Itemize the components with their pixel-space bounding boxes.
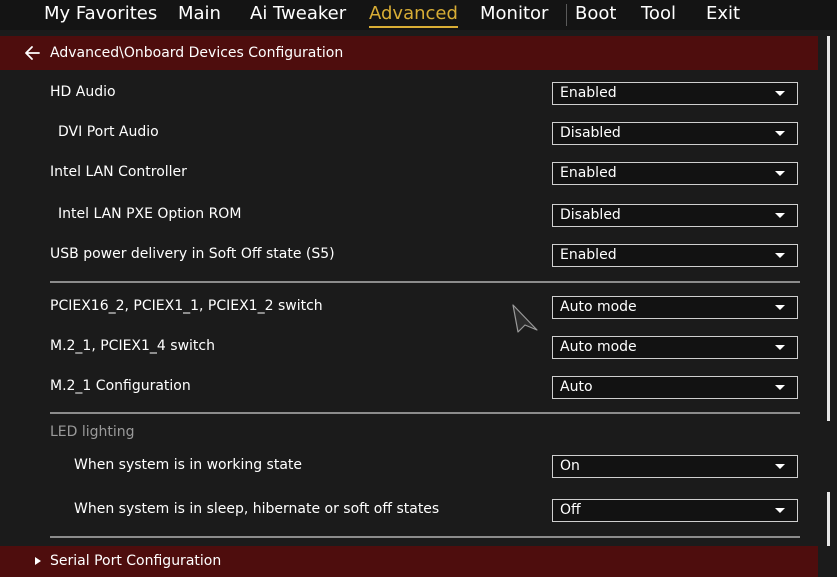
- m2-configuration-select[interactable]: Auto: [552, 376, 798, 399]
- select-value: Enabled: [560, 85, 617, 101]
- tab-monitor[interactable]: Monitor: [480, 2, 548, 28]
- setting-row-pciex16-switch: PCIEX16_2, PCIEX1_1, PCIEX1_2 switch Aut…: [0, 294, 818, 326]
- setting-label: When system is in working state: [74, 457, 303, 473]
- m2-pciex1-4-switch-select[interactable]: Auto mode: [552, 336, 798, 359]
- settings-panel: HD Audio Enabled DVI Port Audio Disabled…: [0, 70, 818, 546]
- setting-row-hd-audio: HD Audio Enabled: [0, 80, 818, 112]
- setting-row-intel-lan-pxe: Intel LAN PXE Option ROM Disabled: [0, 202, 818, 234]
- section-divider: [50, 281, 800, 283]
- setting-row-usb-power: USB power delivery in Soft Off state (S5…: [0, 242, 818, 274]
- setting-row-intel-lan-controller: Intel LAN Controller Enabled: [0, 160, 818, 192]
- setting-label: PCIEX16_2, PCIEX1_1, PCIEX1_2 switch: [50, 298, 323, 314]
- tab-exit[interactable]: Exit: [706, 2, 740, 28]
- select-value: On: [560, 458, 580, 474]
- setting-row-m2-pciex1-4-switch: M.2_1, PCIEX1_4 switch Auto mode: [0, 334, 818, 366]
- menu-separator: [566, 4, 567, 26]
- caret-down-icon: [775, 131, 785, 136]
- select-value: Enabled: [560, 165, 617, 181]
- caret-down-icon: [775, 171, 785, 176]
- setting-label: Intel LAN Controller: [50, 164, 187, 180]
- tab-boot[interactable]: Boot: [575, 2, 616, 28]
- led-lighting-heading: LED lighting: [50, 424, 135, 440]
- select-value: Auto mode: [560, 299, 637, 315]
- breadcrumb-path: Advanced\Onboard Devices Configuration: [50, 45, 344, 61]
- usb-power-select[interactable]: Enabled: [552, 244, 798, 267]
- setting-label: M.2_1 Configuration: [50, 378, 191, 394]
- caret-down-icon: [775, 345, 785, 350]
- scrollbar-thumb[interactable]: [827, 36, 830, 421]
- setting-row-led-sleep: When system is in sleep, hibernate or so…: [0, 497, 818, 529]
- hd-audio-select[interactable]: Enabled: [552, 82, 798, 105]
- tab-advanced[interactable]: Advanced: [369, 2, 458, 28]
- caret-down-icon: [775, 305, 785, 310]
- intel-lan-controller-select[interactable]: Enabled: [552, 162, 798, 185]
- setting-label: HD Audio: [50, 84, 116, 100]
- mouse-cursor-icon: [512, 304, 538, 333]
- select-value: Disabled: [560, 207, 621, 223]
- section-divider: [50, 412, 800, 414]
- select-value: Enabled: [560, 247, 617, 263]
- breadcrumb: Advanced\Onboard Devices Configuration: [0, 36, 818, 70]
- caret-down-icon: [775, 253, 785, 258]
- caret-down-icon: [775, 91, 785, 96]
- select-value: Off: [560, 502, 581, 518]
- dvi-port-audio-select[interactable]: Disabled: [552, 122, 798, 145]
- section-divider: [50, 536, 800, 538]
- submenu-serial-port[interactable]: Serial Port Configuration: [0, 546, 818, 577]
- select-value: Disabled: [560, 125, 621, 141]
- setting-label: M.2_1, PCIEX1_4 switch: [50, 338, 215, 354]
- tab-my-favorites[interactable]: My Favorites: [44, 2, 157, 28]
- led-working-select[interactable]: On: [552, 455, 798, 478]
- setting-row-m2-configuration: M.2_1 Configuration Auto: [0, 374, 818, 406]
- setting-label: Intel LAN PXE Option ROM: [58, 206, 242, 222]
- select-value: Auto: [560, 379, 593, 395]
- setting-row-led-working: When system is in working state On: [0, 453, 818, 485]
- caret-down-icon: [775, 464, 785, 469]
- pciex16-switch-select[interactable]: Auto mode: [552, 296, 798, 319]
- intel-lan-pxe-select[interactable]: Disabled: [552, 204, 798, 227]
- tab-main[interactable]: Main: [178, 2, 221, 28]
- setting-label: When system is in sleep, hibernate or so…: [74, 501, 440, 517]
- submenu-label: Serial Port Configuration: [50, 553, 222, 569]
- setting-label: DVI Port Audio: [58, 124, 159, 140]
- top-menu-bar: My Favorites Main Ai Tweaker Advanced Mo…: [0, 0, 837, 30]
- led-sleep-select[interactable]: Off: [552, 499, 798, 522]
- arrow-left-icon[interactable]: [24, 43, 42, 63]
- tab-ai-tweaker[interactable]: Ai Tweaker: [250, 2, 346, 28]
- tab-tool[interactable]: Tool: [641, 2, 676, 28]
- setting-label: USB power delivery in Soft Off state (S5…: [50, 246, 335, 262]
- chevron-right-icon: [35, 557, 41, 565]
- setting-row-dvi-port-audio: DVI Port Audio Disabled: [0, 120, 818, 152]
- caret-down-icon: [775, 385, 785, 390]
- caret-down-icon: [775, 213, 785, 218]
- scrollbar-track[interactable]: [827, 492, 830, 546]
- select-value: Auto mode: [560, 339, 637, 355]
- caret-down-icon: [775, 508, 785, 513]
